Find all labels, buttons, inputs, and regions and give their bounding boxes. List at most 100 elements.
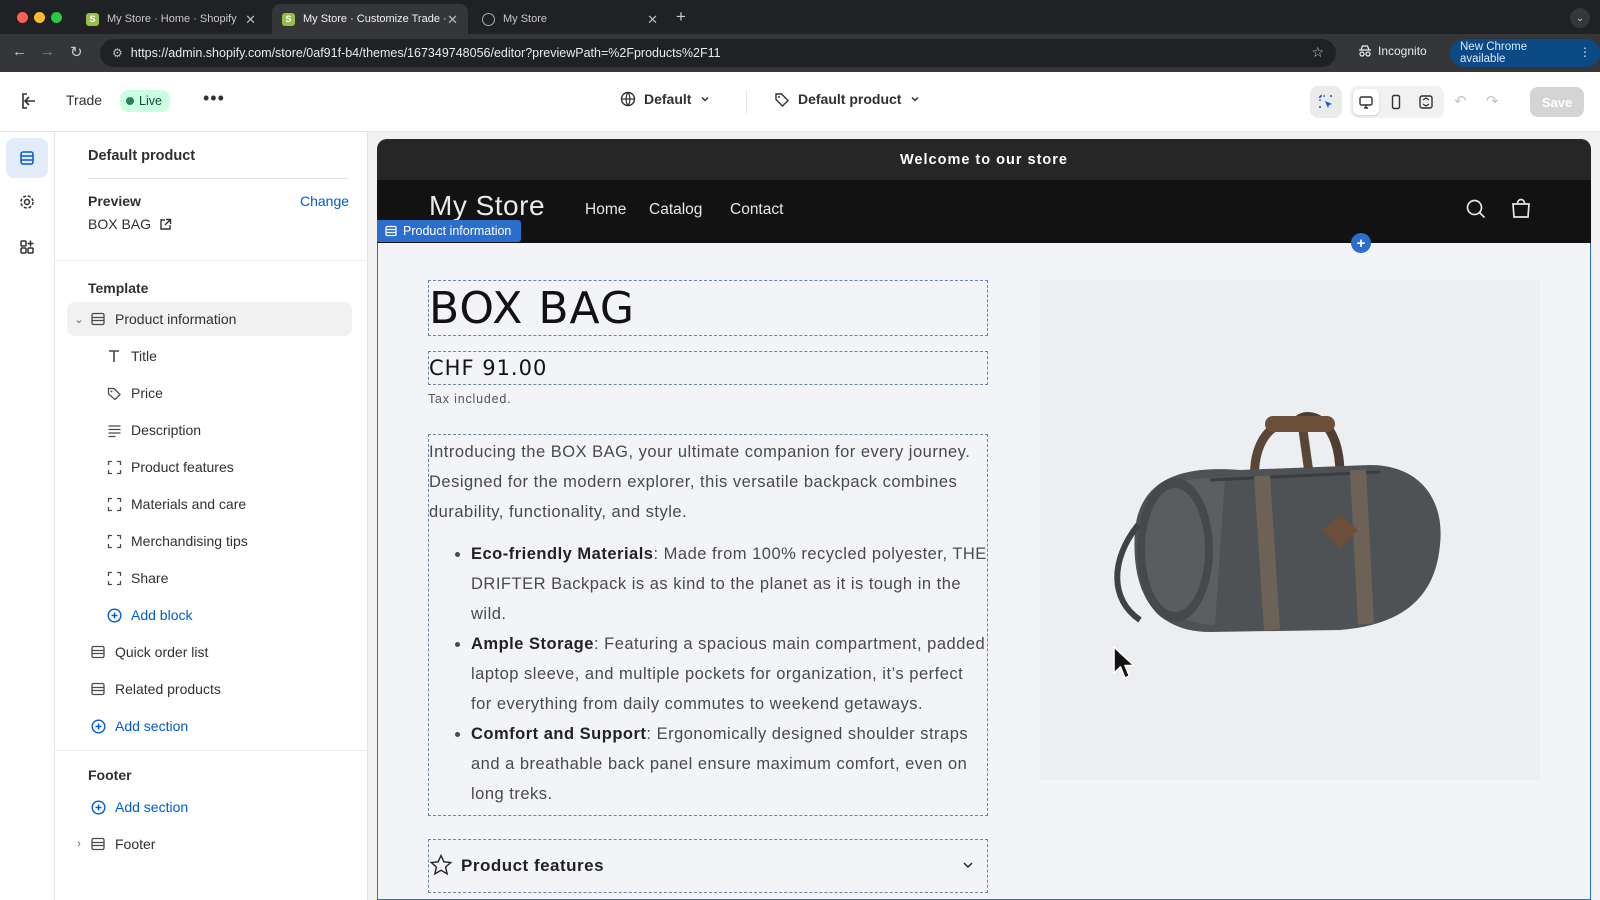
globe-icon	[620, 91, 636, 107]
section-label: Related products	[115, 681, 221, 697]
sections-tab-button[interactable]	[6, 138, 48, 178]
add-section-label: Add section	[115, 799, 189, 815]
block-price[interactable]: Price	[67, 376, 352, 410]
external-link-icon[interactable]	[159, 218, 172, 231]
product-title[interactable]: BOX BAG	[428, 280, 988, 336]
chevron-down-icon	[701, 96, 709, 102]
divider	[55, 750, 368, 751]
section-product-information[interactable]: ⌄ Product information	[67, 302, 352, 336]
section-related-products[interactable]: Related products	[67, 672, 352, 706]
apps-tab-button[interactable]	[6, 227, 48, 267]
search-icon[interactable]	[1465, 198, 1487, 220]
preview-product-name: BOX BAG	[88, 216, 152, 232]
undo-icon[interactable]: ↶	[1454, 92, 1467, 110]
live-dot-icon	[126, 97, 134, 105]
new-tab-button[interactable]: +	[676, 7, 686, 27]
block-merchandising-tips[interactable]: Merchandising tips	[67, 524, 352, 558]
editor-top-bar: Trade Live ••• Default Default product ↶…	[0, 72, 1600, 132]
section-footer[interactable]: › Footer	[67, 827, 352, 861]
theme-settings-tab-button[interactable]	[6, 182, 48, 222]
section-icon	[89, 310, 107, 328]
globe-icon	[482, 12, 495, 26]
divider	[55, 260, 368, 261]
address-bar[interactable]: ⚙ https://admin.shopify.com/store/0af91f…	[100, 39, 1336, 67]
forward-icon[interactable]: →	[40, 43, 55, 60]
shopify-icon: S	[282, 12, 295, 26]
section-label: Footer	[115, 836, 156, 852]
product-media[interactable]	[1040, 280, 1540, 780]
chevron-right-icon[interactable]: ›	[69, 838, 89, 850]
chrome-menu-icon[interactable]: ⋮	[1579, 45, 1591, 59]
block-icon	[105, 495, 123, 513]
block-product-features[interactable]: Product features	[67, 450, 352, 484]
nav-link-home[interactable]: Home	[585, 201, 626, 219]
context-selector[interactable]: Default	[620, 91, 711, 107]
desktop-view-button[interactable]	[1353, 89, 1379, 115]
sidebar-heading: Default product	[88, 148, 196, 164]
sections-icon	[20, 151, 34, 165]
browser-tab-my-store[interactable]: My Store ✕	[472, 4, 668, 34]
product-price[interactable]: CHF 91.00	[428, 351, 988, 385]
more-actions-button[interactable]: •••	[203, 88, 225, 109]
exit-icon[interactable]	[18, 90, 40, 112]
incognito-icon	[1359, 45, 1371, 57]
change-preview-link[interactable]: Change	[300, 193, 349, 209]
fullscreen-view-button[interactable]	[1413, 89, 1439, 115]
incognito-indicator[interactable]: Incognito	[1358, 44, 1427, 58]
browser-tab-customize[interactable]: S My Store · Customize Trade · ✕	[272, 4, 468, 34]
new-chrome-available-button[interactable]: New Chrome available ⋮	[1450, 39, 1600, 67]
section-selection-tag[interactable]: Product information	[377, 220, 522, 242]
tab-title: My Store · Customize Trade ·	[303, 13, 447, 25]
window-zoom-button[interactable]	[51, 12, 62, 23]
block-label: Price	[131, 385, 163, 401]
nav-link-contact[interactable]: Contact	[730, 201, 783, 219]
block-title[interactable]: Title	[67, 339, 352, 373]
mobile-icon	[1391, 94, 1401, 110]
browser-tab-shopify-home[interactable]: S My Store · Home · Shopify ✕	[76, 4, 266, 34]
mobile-view-button[interactable]	[1383, 89, 1409, 115]
close-tab-icon[interactable]: ✕	[647, 12, 658, 28]
store-header[interactable]: My Store Home Catalog Contact	[377, 180, 1591, 243]
reload-icon[interactable]: ↻	[70, 43, 83, 61]
block-description[interactable]: Description	[67, 413, 352, 447]
close-tab-icon[interactable]: ✕	[245, 12, 256, 28]
site-settings-icon[interactable]: ⚙	[112, 46, 123, 60]
nav-link-catalog[interactable]: Catalog	[649, 201, 702, 219]
add-block-label: Add block	[131, 607, 193, 623]
section-quick-order-list[interactable]: Quick order list	[67, 635, 352, 669]
save-button[interactable]: Save	[1530, 87, 1584, 117]
store-logo[interactable]: My Store	[429, 190, 545, 222]
footer-add-section-button[interactable]: Add section	[67, 790, 352, 824]
back-icon[interactable]: ←	[12, 43, 27, 60]
template-selector-label: Default product	[798, 91, 902, 107]
add-section-button[interactable]: Add section	[67, 709, 352, 743]
add-section-label: Add section	[115, 718, 189, 734]
live-label: Live	[139, 94, 162, 108]
product-description[interactable]: Introducing the BOX BAG, your ultimate c…	[428, 434, 988, 816]
block-materials-and-care[interactable]: Materials and care	[67, 487, 352, 521]
apps-icon	[20, 240, 34, 254]
url-text: https://admin.shopify.com/store/0af91f-b…	[130, 46, 721, 60]
bookmark-star-icon[interactable]: ☆	[1311, 44, 1324, 61]
preview-product[interactable]: BOX BAG	[88, 216, 172, 232]
announcement-bar[interactable]: Welcome to our store	[377, 139, 1591, 180]
text-icon	[105, 347, 123, 365]
chevron-down-icon[interactable]: ⌄	[69, 313, 89, 326]
add-section-insert-button[interactable]: +	[1351, 233, 1371, 253]
window-close-button[interactable]	[17, 12, 28, 23]
preview-label: Preview	[88, 193, 141, 209]
inspector-toggle-button[interactable]	[1310, 86, 1342, 118]
close-tab-icon[interactable]: ✕	[447, 12, 458, 28]
tab-search-button[interactable]: ⌄	[1570, 8, 1590, 28]
product-features-collapsible[interactable]: Product features	[428, 839, 988, 893]
tab-title: My Store · Home · Shopify	[107, 13, 237, 25]
block-share[interactable]: Share	[67, 561, 352, 595]
template-selector[interactable]: Default product	[774, 91, 921, 107]
add-block-button[interactable]: Add block	[67, 598, 352, 632]
cart-icon[interactable]	[1509, 196, 1533, 220]
editor-left-rail	[0, 132, 55, 900]
section-icon	[89, 835, 107, 853]
window-minimize-button[interactable]	[34, 12, 45, 23]
redo-icon[interactable]: ↷	[1486, 92, 1499, 110]
chevron-down-icon	[963, 862, 973, 869]
